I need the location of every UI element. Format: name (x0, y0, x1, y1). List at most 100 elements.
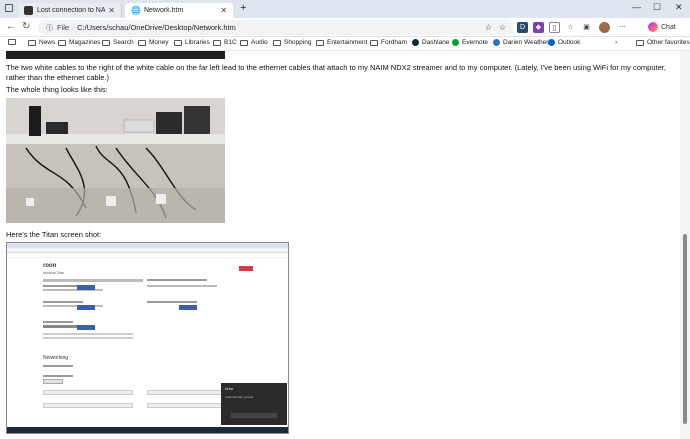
titan-subtitle: Nucleus Titan (43, 271, 65, 275)
fav-label: Search (113, 39, 134, 46)
network-setup-photo (6, 98, 225, 223)
evernote-icon (452, 39, 459, 46)
fav-entertainment[interactable]: Entertainment (316, 39, 367, 46)
tab-actions-icon[interactable] (5, 4, 13, 12)
toast-title: Drive (225, 387, 234, 391)
extension-d-icon[interactable]: D (517, 22, 528, 33)
folder-icon (213, 39, 221, 46)
tab-lost-connection[interactable]: Lost connection to NAS server bu ✕ (18, 3, 122, 18)
toast-button (231, 413, 277, 418)
titan-line (43, 365, 73, 367)
scheme-label: File (57, 23, 70, 32)
extension-a-icon[interactable]: ◆ (533, 22, 544, 33)
favorites-bar: News Magazines Search Money Libraries B1… (0, 37, 690, 51)
titan-line (43, 375, 73, 377)
titan-button (77, 325, 95, 330)
dashlane-icon (412, 39, 419, 46)
scrollbar-thumb[interactable] (683, 234, 687, 424)
favorites-icon[interactable]: ☆ (565, 22, 576, 33)
fav-label: Evernote (462, 39, 489, 46)
tab-label: Lost connection to NAS server bu (37, 7, 106, 14)
fav-money[interactable]: Money (138, 39, 169, 46)
fav-other-favorites[interactable]: Other favorites (636, 39, 690, 46)
titan-networking-heading: Networking (43, 355, 69, 361)
scrollbar[interactable] (680, 51, 690, 439)
fav-dashlane[interactable]: Dashlane (412, 39, 449, 46)
titan-red-button (239, 266, 253, 271)
read-aloud-icon[interactable]: ☆ (485, 23, 492, 32)
fav-evernote[interactable]: Evernote (452, 39, 488, 46)
fav-label: Darien Weather (503, 39, 549, 46)
forum-favicon-icon (24, 6, 33, 15)
fav-outlook[interactable]: Outlook (548, 39, 580, 46)
copilot-icon (648, 22, 658, 32)
collections-icon[interactable]: ▣ (581, 22, 592, 33)
titan-line (147, 285, 217, 287)
fav-fordham[interactable]: Fordham (370, 39, 407, 46)
titan-screenshot: roon Nucleus Titan Networking Drive Auto… (6, 242, 289, 434)
more-menu-icon[interactable]: ⋯ (617, 22, 628, 33)
titan-line (43, 333, 133, 335)
fav-shopping[interactable]: Shopping (273, 39, 311, 46)
fav-search[interactable]: Search (102, 39, 134, 46)
fav-label: B1C (224, 39, 237, 46)
fav-label: Money (149, 39, 169, 46)
outlook-icon (548, 39, 555, 46)
titan-field (43, 403, 133, 408)
favorite-star-icon[interactable]: ☆ (499, 23, 506, 32)
previous-image-strip (6, 51, 225, 59)
refresh-icon[interactable]: ↻ (22, 21, 30, 32)
favorites-overflow-icon[interactable]: › (615, 39, 617, 46)
maximize-icon[interactable]: ☐ (653, 2, 661, 13)
chat-button[interactable]: Chat (648, 22, 676, 32)
url-text: C:/Users/schau/OneDrive/Desktop/Network.… (77, 23, 236, 32)
globe-icon: 🌐 (131, 6, 141, 15)
fav-label: News (39, 39, 56, 46)
titan-line (43, 337, 133, 339)
fav-audio[interactable]: Audio (240, 39, 268, 46)
close-window-icon[interactable]: ✕ (675, 2, 683, 13)
fav-libraries[interactable]: Libraries (174, 39, 210, 46)
fav-label: Audio (251, 39, 268, 46)
titan-button (77, 305, 95, 310)
fav-label: Magazines (69, 39, 101, 46)
folder-icon (102, 39, 110, 46)
tab-network[interactable]: 🌐 Network.htm ✕ (125, 3, 233, 18)
titan-line (43, 321, 73, 323)
fav-label: Fordham (381, 39, 408, 46)
titan-button (179, 305, 197, 310)
close-tab-icon[interactable]: ✕ (108, 6, 115, 15)
profile-avatar[interactable] (599, 22, 610, 33)
fav-label: Entertainment (327, 39, 368, 46)
weather-icon (493, 39, 500, 46)
extension-split-icon[interactable]: ▯ (549, 22, 560, 33)
folder-icon (28, 39, 36, 46)
tab-label: Network.htm (144, 7, 184, 14)
fav-news[interactable]: News (28, 39, 55, 46)
paragraph-cables: The two white cables to the right of the… (6, 63, 666, 82)
titan-line (43, 279, 143, 282)
fav-label: Libraries (185, 39, 210, 46)
fav-b1c[interactable]: B1C (213, 39, 237, 46)
titan-field (43, 390, 133, 395)
titan-taskbar (7, 427, 288, 433)
fav-darien-weather[interactable]: Darien Weather (493, 39, 548, 46)
folder-icon[interactable] (8, 39, 19, 45)
titan-field (43, 379, 63, 384)
paragraph-titan: Here's the Titan screen shot: (6, 230, 102, 239)
folder-icon (636, 39, 644, 46)
back-icon[interactable]: ← (6, 21, 16, 32)
fav-magazines[interactable]: Magazines (58, 39, 100, 46)
fav-label: Other favorites (647, 39, 690, 46)
folder-icon (58, 39, 66, 46)
new-tab-icon[interactable]: + (240, 2, 246, 14)
info-icon[interactable]: ⓘ (46, 23, 53, 33)
folder-icon (138, 39, 146, 46)
address-bar[interactable]: ⓘ File C:/Users/schau/OneDrive/Desktop/N… (38, 20, 514, 35)
titan-button (77, 285, 95, 290)
toolbar: ← ↻ ⓘ File C:/Users/schau/OneDrive/Deskt… (0, 18, 690, 37)
minimize-icon[interactable]: — (632, 2, 641, 12)
titan-line (43, 301, 83, 303)
tab-bar: Lost connection to NAS server bu ✕ 🌐 Net… (0, 0, 690, 18)
close-tab-icon[interactable]: ✕ (220, 6, 227, 15)
